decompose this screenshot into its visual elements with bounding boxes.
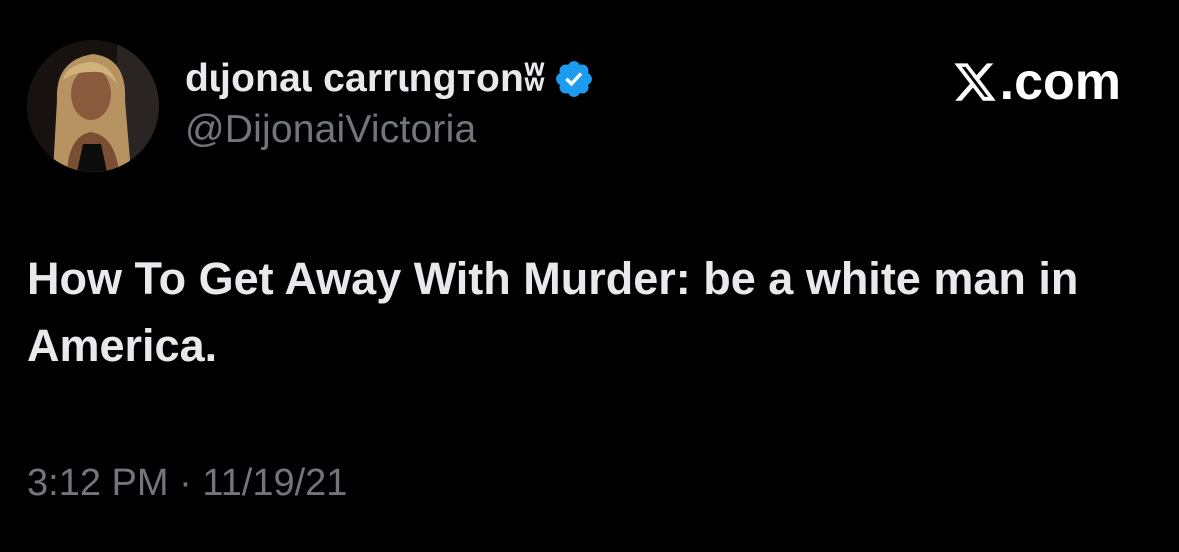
verified-badge-icon [556,61,593,97]
display-name[interactable]: dɩjonaɩ carrɩngтonʬ [185,57,545,101]
meta-separator: · [179,462,192,504]
tweet-timestamp[interactable]: 3:12 PM · 11/19/21 [27,462,347,505]
author-name-row[interactable]: dɩjonaɩ carrɩngтonʬ [185,55,595,103]
tweet-time: 3:12 PM [27,462,169,504]
tweet-text: How To Get Away With Murder: be a white … [27,253,1079,371]
author-handle[interactable]: @DijonaiVictoria [185,108,476,152]
avatar[interactable] [27,40,159,172]
avatar-photo [27,40,159,172]
site-suffix: .com [999,53,1121,111]
x-logo-icon [954,63,996,101]
x-com-watermark: .com [952,52,1121,112]
tweet-date: 11/19/21 [202,462,348,504]
tweet-card: dɩjonaɩ carrɩngтonʬ @DijonaiVictoria .co… [0,0,1179,552]
